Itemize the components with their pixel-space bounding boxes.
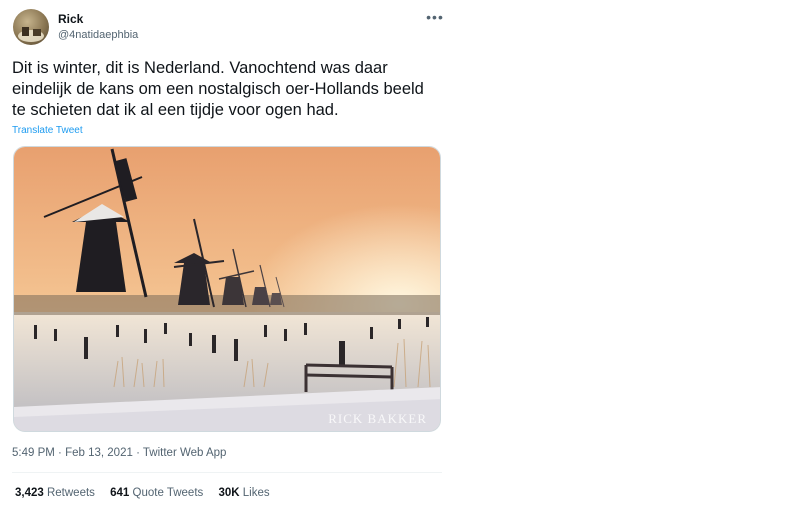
likes-stat[interactable]: 30K Likes bbox=[218, 487, 269, 499]
meta-separator: · bbox=[136, 447, 140, 459]
quote-tweets-stat[interactable]: 641 Quote Tweets bbox=[110, 487, 203, 499]
author-name[interactable]: Rick bbox=[58, 12, 83, 26]
translate-tweet-link[interactable]: Translate Tweet bbox=[12, 125, 83, 136]
avatar[interactable] bbox=[13, 9, 49, 45]
tweet-media-image[interactable]: RICK BAKKER bbox=[13, 146, 441, 432]
tweet-text: Dit is winter, dit is Nederland. Vanocht… bbox=[12, 59, 424, 119]
quote-tweets-label: Quote Tweets bbox=[132, 487, 204, 499]
retweets-count: 3,423 bbox=[15, 487, 44, 499]
tweet-time[interactable]: 5:49 PM bbox=[12, 447, 55, 459]
quote-tweets-count: 641 bbox=[110, 487, 130, 499]
tweet-metadata: 5:49 PM · Feb 13, 2021 · Twitter Web App bbox=[12, 447, 226, 459]
meta-separator: · bbox=[58, 447, 62, 459]
windmill-photo: RICK BAKKER bbox=[14, 147, 440, 431]
retweets-label: Retweets bbox=[46, 487, 95, 499]
avatar-photo bbox=[18, 27, 44, 42]
retweets-stat[interactable]: 3,423 Retweets bbox=[15, 487, 95, 499]
likes-count: 30K bbox=[218, 487, 240, 499]
divider bbox=[12, 472, 442, 473]
tweet-date[interactable]: Feb 13, 2021 bbox=[65, 447, 133, 459]
photo-watermark: RICK BAKKER bbox=[328, 411, 427, 426]
more-options-icon[interactable]: ••• bbox=[426, 8, 444, 26]
tweet-card: Rick @4natidaephbia ••• Dit is winter, d… bbox=[0, 0, 453, 512]
tweet-source[interactable]: Twitter Web App bbox=[143, 447, 227, 459]
likes-label: Likes bbox=[242, 487, 270, 499]
author-handle[interactable]: @4natidaephbia bbox=[58, 29, 138, 41]
tweet-stats: 3,423 Retweets 641 Quote Tweets 30K Like… bbox=[15, 487, 282, 499]
